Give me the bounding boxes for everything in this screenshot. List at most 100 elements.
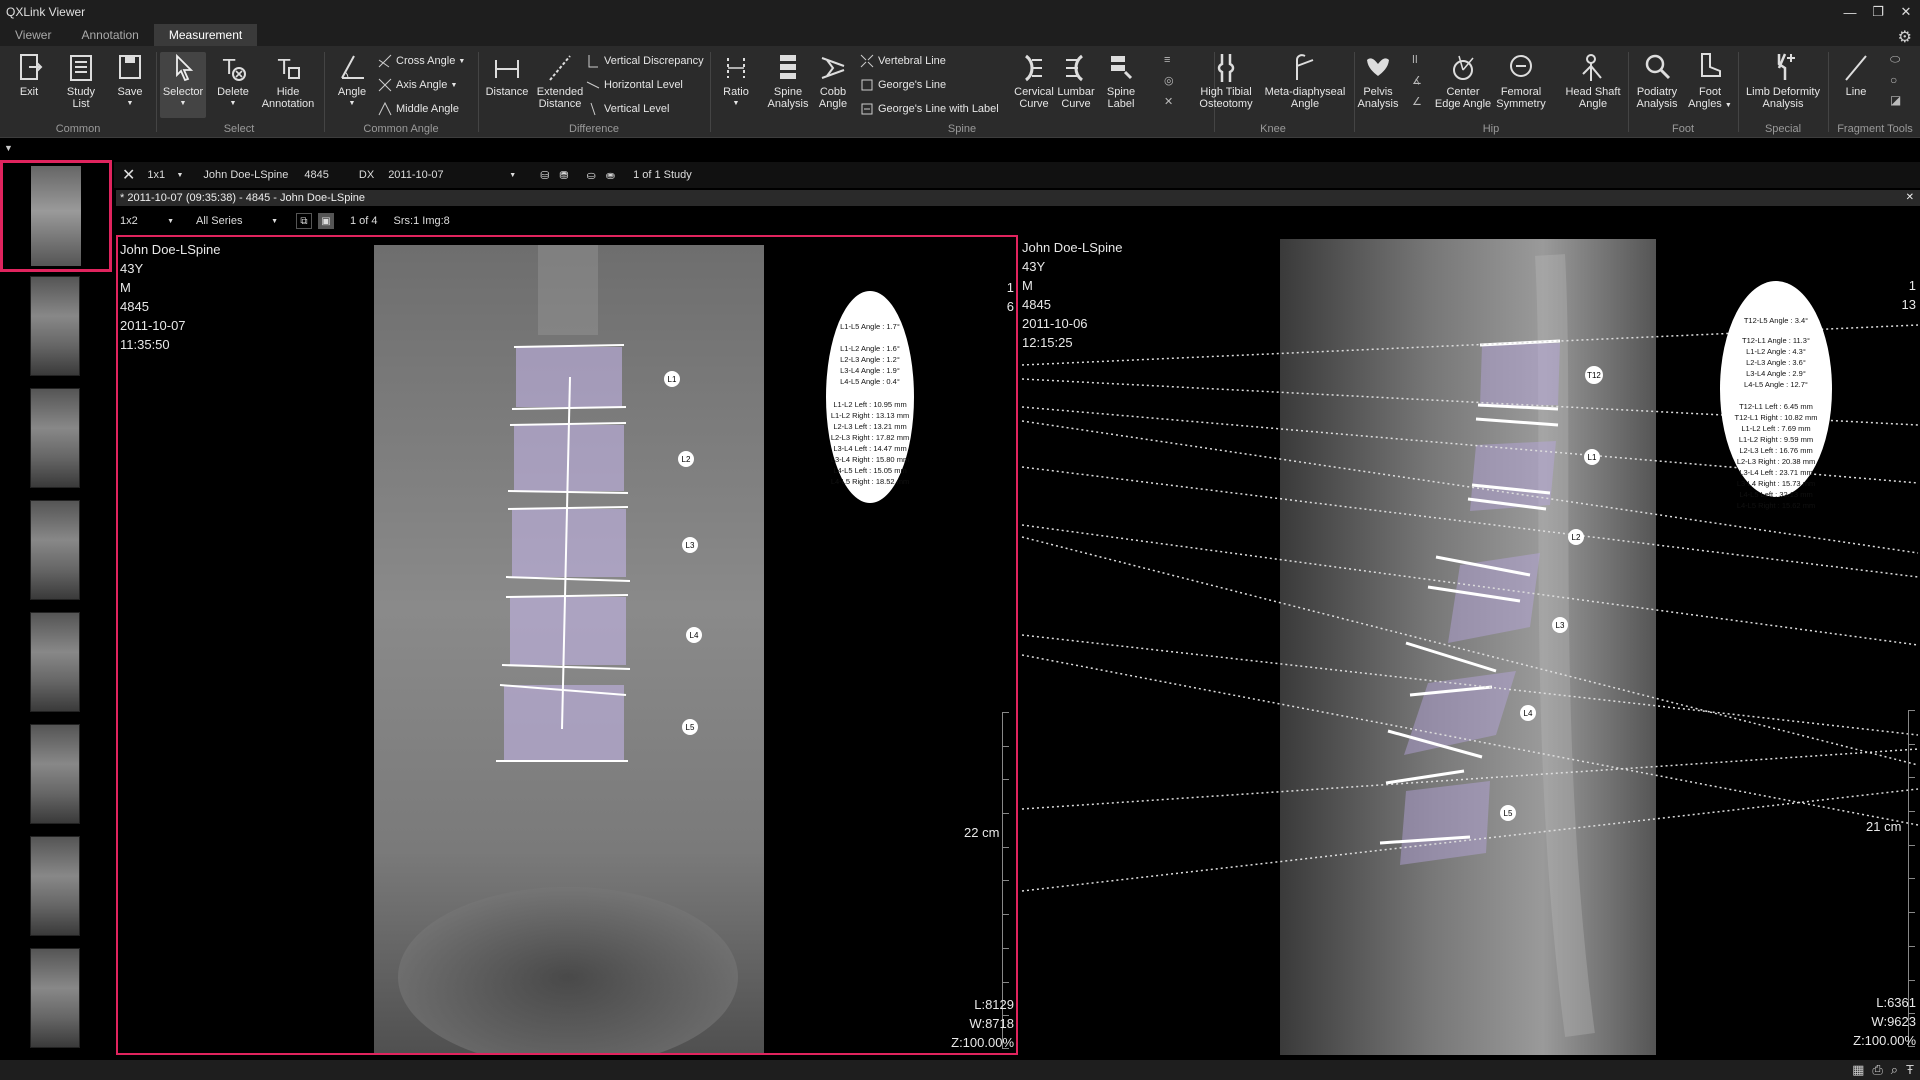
selector-button[interactable]: Selector ▼ — [160, 52, 206, 118]
georges-line-button[interactable]: George's Line — [860, 76, 999, 94]
spine-mini-icon-2[interactable]: ◎ — [1164, 74, 1174, 87]
meta-label-1: Meta-diaphyseal — [1264, 86, 1346, 98]
limb-deformity-button[interactable]: Limb Deformity Analysis — [1740, 52, 1826, 118]
middle-angle-button[interactable]: Middle Angle — [378, 100, 465, 118]
overlay-sex: M — [1022, 278, 1033, 293]
group-label-select: Select — [223, 123, 255, 135]
cobb-angle-button[interactable]: Cobb Angle — [812, 52, 854, 118]
measurement-line: L2-L3 Angle : 1.2° — [840, 355, 900, 364]
podiatry-analysis-button[interactable]: Podiatry Analysis — [1630, 52, 1684, 118]
copy-icon[interactable]: ⧉ — [296, 213, 312, 229]
distance-button[interactable]: Distance — [482, 52, 532, 118]
tab-viewer[interactable]: Viewer — [0, 24, 66, 46]
circle-icon[interactable]: ○ — [1890, 73, 1901, 87]
study-date-dropdown[interactable]: 2011-10-07 ▼ — [384, 166, 520, 184]
tool-icon-1[interactable]: ⛁ — [540, 169, 549, 182]
tool-icon-4[interactable]: ⛂ — [606, 169, 615, 182]
tool-icon-2[interactable]: ⛃ — [559, 169, 568, 182]
extended-distance-label-1: Extended — [536, 86, 584, 98]
lumbar-curve-button[interactable]: Lumbar Curve — [1056, 52, 1096, 118]
angle-button[interactable]: Angle ▼ — [330, 52, 374, 118]
tab-measurement[interactable]: Measurement — [153, 24, 258, 46]
grid-icon[interactable]: ▦ — [1852, 1062, 1864, 1078]
menu-tabs: Viewer Annotation Measurement — [0, 24, 1920, 46]
minimize-button[interactable]: — — [1836, 0, 1864, 24]
thumbnail[interactable] — [30, 276, 80, 376]
print-icon[interactable]: ⎙ — [1872, 1062, 1882, 1078]
cervical-curve-button[interactable]: Cervical Curve — [1014, 52, 1054, 118]
vertical-discrepancy-button[interactable]: Vertical Discrepancy — [586, 52, 704, 70]
series-layout-dropdown[interactable]: 1x2 ▼ — [116, 212, 178, 230]
foot-angles-button[interactable]: Foot Angles ▼ — [1686, 52, 1734, 118]
close-window-button[interactable]: ✕ — [1892, 0, 1920, 24]
thumbnail[interactable] — [30, 388, 80, 488]
series-info: Srs:1 Img:8 — [393, 215, 450, 227]
thumbnail[interactable] — [30, 948, 80, 1048]
thumbnail[interactable] — [30, 724, 80, 824]
middle-angle-icon — [378, 102, 392, 116]
zoom-icon[interactable]: ⌕ — [1891, 1062, 1898, 1078]
spine-label-button[interactable]: Spine Label — [1100, 52, 1142, 118]
thumbnail[interactable] — [30, 612, 80, 712]
save-button[interactable]: Save ▼ — [110, 52, 150, 118]
spine-analysis-button[interactable]: Spine Analysis — [766, 52, 810, 118]
hide-annotation-button[interactable]: T Hide Annotation — [258, 52, 318, 118]
horizontal-level-icon — [586, 81, 600, 89]
cross-angle-button[interactable]: Cross Angle ▼ — [378, 52, 465, 70]
thumbnail-selected[interactable] — [0, 160, 112, 272]
georges-line-label-button[interactable]: George's Line with Label — [860, 100, 999, 118]
measurement-line: L4-L5 Left : 15.05 mm — [833, 466, 906, 475]
cobb-angle-label-2: Angle — [818, 98, 848, 110]
femoral-symmetry-button[interactable]: Femoral Symmetry — [1494, 52, 1548, 118]
axis-angle-button[interactable]: Axis Angle ▼ — [378, 76, 465, 94]
vertebral-line-button[interactable]: Vertebral Line — [860, 52, 999, 70]
hip-mini-icon-2[interactable]: ∡ — [1412, 74, 1422, 87]
fragment-shape-icon[interactable]: ◪ — [1890, 93, 1901, 107]
hip-mini-icon-3[interactable]: ∠ — [1412, 95, 1422, 108]
restore-button[interactable]: ❐ — [1864, 0, 1892, 24]
series-filter-dropdown[interactable]: All Series ▼ — [192, 212, 282, 230]
ratio-button[interactable]: Ratio ▼ — [716, 52, 756, 118]
head-shaft-label-1: Head Shaft — [1565, 86, 1621, 98]
study-list-button[interactable]: Study List — [58, 52, 104, 118]
horizontal-level-button[interactable]: Horizontal Level — [586, 76, 704, 94]
delete-button[interactable]: T Delete ▼ — [212, 52, 254, 118]
fragment-mini-tools: ⬭ ○ ◪ — [1890, 52, 1901, 107]
head-shaft-angle-button[interactable]: Head Shaft Angle — [1562, 52, 1624, 118]
spine-mini-icon-1[interactable]: ≡ — [1164, 54, 1174, 66]
xray-image-right[interactable]: T12 L1 L2 L3 L4 L5 T12-L5 Angle : 3.4° T… — [1020, 235, 1920, 1055]
pelvis-analysis-button[interactable]: Pelvis Analysis — [1356, 52, 1400, 118]
high-tibial-osteotomy-button[interactable]: High Tibial Osteotomy — [1194, 52, 1258, 118]
layout-dropdown[interactable]: 1x1 ▼ — [143, 166, 187, 184]
xray-image-left[interactable]: L1 L2 L3 L4 L5 L1-L5 Angle : 1.7° L1-L2 … — [118, 237, 1016, 1053]
patient-overlay-right: John Doe-LSpine 43Y M 4845 2011-10-06 12… — [1022, 238, 1122, 352]
spine-mini-icon-3[interactable]: ✕ — [1164, 95, 1174, 108]
measurement-line: T12-L1 Right : 10.82 mm — [1735, 413, 1818, 422]
patient-name: John Doe-LSpine — [203, 169, 289, 181]
image-icon[interactable]: ▣ — [318, 213, 334, 229]
vertical-level-button[interactable]: Vertical Level — [586, 100, 704, 118]
line-button[interactable]: Line — [1836, 52, 1876, 118]
vertebra-label: L1 — [1588, 453, 1597, 462]
gear-icon[interactable]: ⚙ — [1898, 27, 1912, 47]
meta-diaphyseal-angle-button[interactable]: Meta-diaphyseal Angle — [1260, 52, 1350, 118]
center-edge-angle-button[interactable]: Center Edge Angle — [1434, 52, 1492, 118]
close-icon[interactable]: ✕ — [122, 165, 135, 185]
podiatry-label-2: Analysis — [1636, 98, 1678, 110]
viewport-right[interactable]: T12 L1 L2 L3 L4 L5 T12-L5 Angle : 3.4° T… — [1020, 235, 1920, 1055]
extended-distance-button[interactable]: Extended Distance — [532, 52, 588, 118]
group-label-knee: Knee — [1260, 123, 1286, 135]
viewport-left[interactable]: L1 L2 L3 L4 L5 L1-L5 Angle : 1.7° L1-L2 … — [116, 235, 1018, 1055]
hip-mini-icon-1[interactable]: ǀǀ — [1412, 54, 1422, 66]
collapse-ribbon-icon[interactable]: ▼ — [4, 143, 13, 153]
chevron-down-icon: ▼ — [1724, 102, 1732, 109]
ellipse-icon[interactable]: ⬭ — [1890, 52, 1901, 67]
annotation-toggle-icon[interactable]: Ŧ — [1906, 1062, 1914, 1078]
close-icon[interactable]: ✕ — [1906, 190, 1914, 206]
tab-annotation[interactable]: Annotation — [66, 24, 153, 46]
thumbnail[interactable] — [30, 836, 80, 936]
vertical-level-label: Vertical Level — [604, 103, 670, 115]
tool-icon-3[interactable]: ⛀ — [587, 169, 596, 182]
exit-button[interactable]: Exit — [8, 52, 50, 118]
thumbnail[interactable] — [30, 500, 80, 600]
